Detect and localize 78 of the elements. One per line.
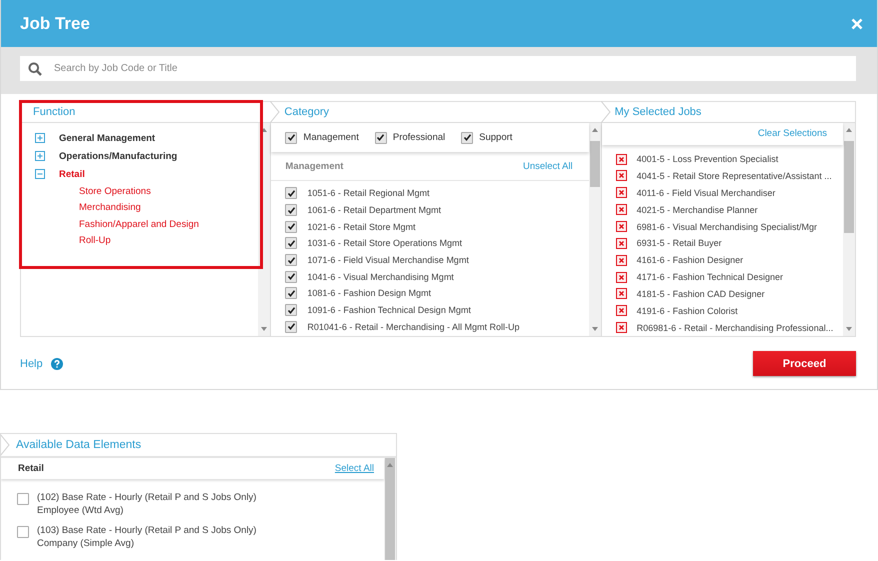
remove-icon[interactable]	[616, 221, 627, 232]
job-label: 1021-6 - Retail Store Mgmt	[307, 222, 416, 232]
selected-job: 4191-6 - Fashion Colorist	[636, 306, 738, 316]
proceed-button[interactable]: Proceed	[753, 351, 856, 376]
checkbox[interactable]	[285, 287, 298, 300]
close-icon[interactable]	[851, 18, 863, 30]
expand-icon[interactable]	[35, 151, 45, 161]
panel-title: Available Data Elements	[15, 439, 142, 451]
dialog-title: Job Tree	[20, 14, 90, 34]
panel-title: Category	[283, 106, 330, 118]
remove-icon[interactable]	[616, 254, 627, 266]
remove-icon[interactable]	[616, 154, 627, 165]
job-label: 1051-6 - Retail Regional Mgmt	[307, 188, 430, 198]
search-field[interactable]: Search by Job Code or Title	[20, 56, 856, 81]
job-label: 1091-6 - Fashion Technical Design Mgmt	[307, 305, 471, 316]
collapse-icon[interactable]	[35, 169, 45, 179]
selected-job: 4021-5 - Merchandise Planner	[636, 204, 758, 215]
remove-icon[interactable]	[616, 170, 627, 182]
selected-job: 4161-6 - Fashion Designer	[636, 255, 744, 266]
checkbox[interactable]	[17, 493, 29, 505]
help-link[interactable]: Help	[20, 358, 43, 370]
checkbox[interactable]	[285, 187, 298, 200]
search-icon	[28, 62, 42, 76]
clear-selections-link[interactable]: Clear Selections	[758, 128, 827, 140]
panel-title: My Selected Jobs	[614, 106, 702, 118]
group-title: Retail	[18, 463, 44, 474]
tree-item[interactable]: Roll-Up	[35, 232, 111, 249]
tree-item[interactable]: Fashion/Apparel and Design	[35, 216, 199, 232]
remove-icon[interactable]	[616, 272, 627, 283]
unselect-all-link[interactable]: Unselect All	[522, 161, 573, 172]
job-label: R01041-6 - Retail - Merchandising - All Mgmt Roll-Up	[307, 322, 520, 332]
selected-job: 4181-5 - Fashion CAD Designer	[636, 288, 765, 299]
checkbox[interactable]	[285, 304, 298, 316]
checkbox[interactable]	[285, 270, 298, 283]
checkbox-label: Professional	[392, 132, 446, 143]
group-title: Management	[285, 161, 344, 172]
select-all-link[interactable]: Select All	[334, 463, 374, 474]
tree-item[interactable]: Store Operations	[35, 183, 151, 200]
scrollbar[interactable]	[588, 123, 601, 336]
data-element-label: (103) Base Rate - Hourly (Retail P and S Jobs Only) Company (Simple Avg)	[37, 524, 258, 550]
tree-item[interactable]: Retail	[59, 168, 85, 180]
checkbox[interactable]	[374, 132, 387, 144]
data-element-label: (102) Base Rate - Hourly (Retail P and S Jobs Only) Employee (Wtd Avg)	[37, 491, 258, 517]
selected-job: 4001-5 - Loss Prevention Specialist	[636, 154, 778, 164]
remove-icon[interactable]	[616, 288, 627, 300]
selected-job: 6931-5 - Retail Buyer	[636, 238, 722, 248]
expand-icon[interactable]	[35, 133, 45, 143]
checkbox-label: Support	[479, 132, 512, 143]
help-icon[interactable]	[50, 358, 63, 370]
panel-title: Function	[32, 106, 76, 118]
remove-icon[interactable]	[616, 204, 627, 216]
selected-job: 4041-5 - Retail Store Representative/Assistant ...	[636, 170, 832, 181]
checkbox[interactable]	[285, 204, 298, 216]
checkbox[interactable]	[17, 526, 29, 538]
scrollbar[interactable]	[843, 123, 855, 336]
selected-job: R06981-6 - Retail - Merchandising Professional...	[636, 322, 834, 333]
remove-icon[interactable]	[616, 187, 627, 198]
job-label: 1031-6 - Retail Store Operations Mgmt	[307, 238, 462, 248]
checkbox[interactable]	[285, 320, 298, 333]
checkbox[interactable]	[285, 254, 298, 266]
checkbox[interactable]	[285, 237, 298, 250]
selected-job: 4011-6 - Field Visual Merchandiser	[636, 188, 776, 198]
job-label: 1041-6 - Visual Merchandising Mgmt	[307, 272, 454, 282]
selected-job: 4171-6 - Fashion Technical Designer	[636, 272, 784, 282]
tree-item[interactable]: General Management	[59, 132, 156, 144]
checkbox[interactable]	[285, 220, 298, 233]
tree-item[interactable]: Operations/Manufacturing	[59, 150, 178, 162]
job-label: 1081-6 - Fashion Design Mgmt	[307, 288, 431, 298]
tree-item[interactable]: Merchandising	[35, 200, 141, 216]
selected-job: 6981-6 - Visual Merchandising Specialist/Mgr	[636, 222, 818, 232]
checkbox[interactable]	[461, 132, 474, 144]
remove-icon[interactable]	[616, 322, 627, 334]
remove-icon[interactable]	[616, 238, 627, 249]
checkbox[interactable]	[285, 132, 298, 144]
job-label: 1071-6 - Field Visual Merchandise Mgmt	[307, 255, 469, 266]
checkbox-label: Management	[303, 132, 359, 143]
job-label: 1061-6 - Retail Department Mgmt	[307, 205, 441, 216]
remove-icon[interactable]	[616, 305, 627, 316]
